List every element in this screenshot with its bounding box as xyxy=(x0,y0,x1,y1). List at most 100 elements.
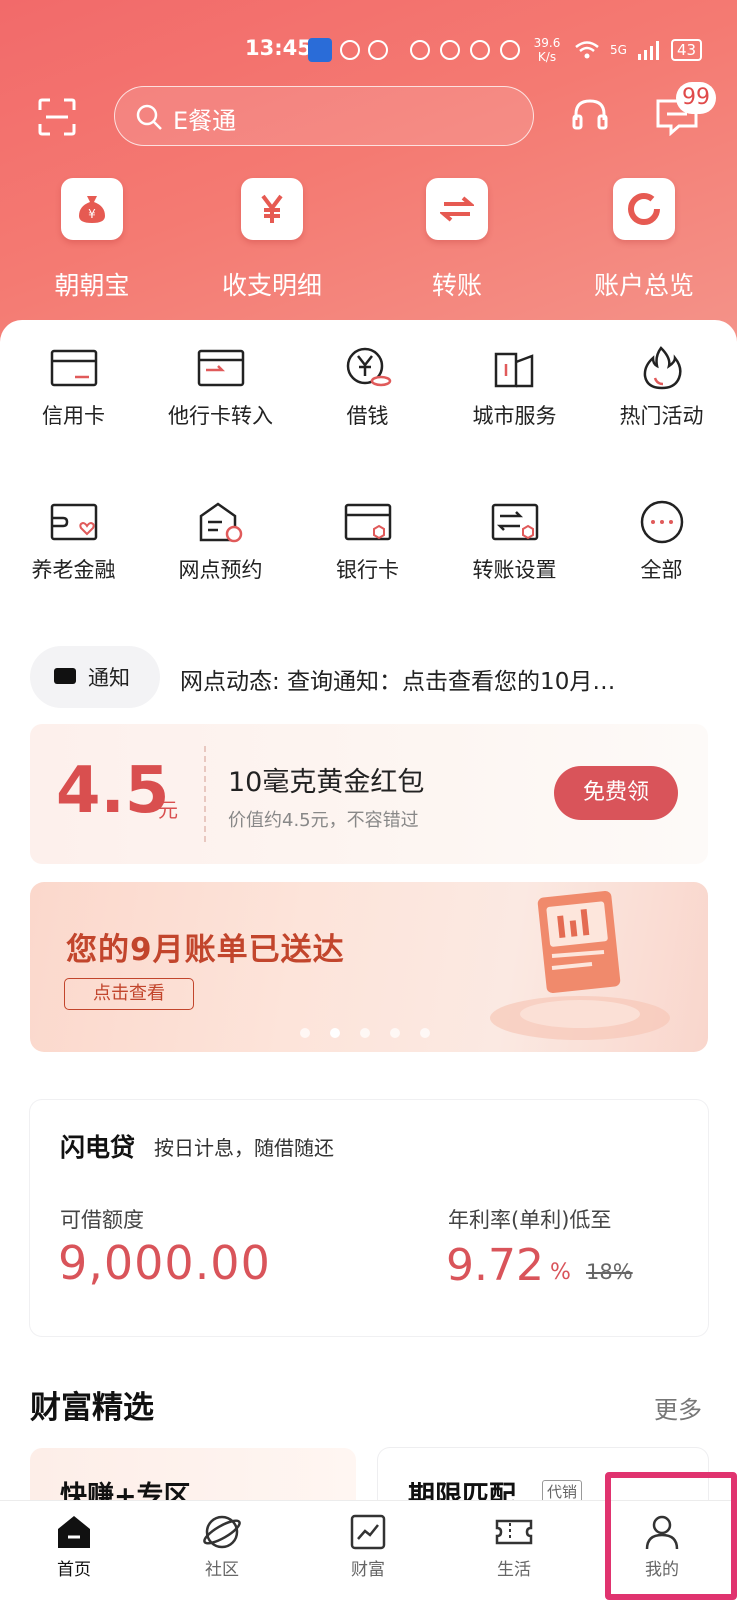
tab-life[interactable]: 生活 xyxy=(464,1513,564,1580)
notice-label: 通知 xyxy=(88,666,130,690)
search-placeholder: E餐通 xyxy=(173,107,237,135)
limit-value: 9,000.00 xyxy=(58,1236,271,1290)
divider xyxy=(204,746,206,842)
rate-value: 9.72 xyxy=(446,1240,544,1291)
scan-icon[interactable] xyxy=(38,98,76,136)
tab-home[interactable]: 首页 xyxy=(24,1513,124,1580)
pension-card-icon xyxy=(50,503,97,541)
page-dot xyxy=(360,1028,370,1038)
service-other-bank-transfer-in[interactable]: 他行卡转入 xyxy=(147,346,294,430)
service-pension[interactable]: 养老金融 xyxy=(0,500,147,584)
loan-description: 按日计息，随借随还 xyxy=(154,1136,334,1160)
card-transfer-in-icon xyxy=(197,349,244,387)
mail-icon xyxy=(54,668,76,684)
banner-cta-button[interactable]: 点击查看 xyxy=(64,978,194,1010)
wifi-icon xyxy=(575,41,599,59)
service-city[interactable]: 城市服务 xyxy=(441,346,588,430)
service-borrow[interactable]: 借钱 xyxy=(294,346,441,430)
city-building-icon xyxy=(494,352,533,388)
service-hot-activity[interactable]: 热门活动 xyxy=(588,346,735,430)
service-label: 网点预约 xyxy=(178,558,263,582)
quick-item-account-overview[interactable]: 账户总览 xyxy=(552,178,736,302)
loan-name: 闪电贷 xyxy=(60,1133,136,1162)
service-label: 养老金融 xyxy=(31,558,116,582)
gold-amount: 4.5 xyxy=(56,754,170,828)
chart-trend-icon xyxy=(350,1514,386,1550)
message-badge: 99 xyxy=(676,82,716,114)
home-icon xyxy=(58,1516,90,1548)
tab-wealth[interactable]: 财富 xyxy=(318,1513,418,1580)
page-dot xyxy=(390,1028,400,1038)
tab-label: 首页 xyxy=(57,1560,91,1580)
money-bag-icon: ¥ xyxy=(79,196,105,223)
page-dot-active xyxy=(330,1028,340,1038)
yuan-icon xyxy=(261,194,283,223)
search-input[interactable]: E餐通 xyxy=(114,86,534,146)
data-saver-icon xyxy=(410,40,430,60)
quick-item-label: 朝朝宝 xyxy=(54,271,130,300)
service-credit-card[interactable]: 信用卡 xyxy=(0,346,147,430)
gold-title: 10毫克黄金红包 xyxy=(228,767,425,798)
chat-notification-icon xyxy=(368,40,388,60)
service-transfer-settings[interactable]: 转账设置 xyxy=(441,500,588,584)
transfer-arrows-icon xyxy=(440,196,474,222)
more-dots-icon xyxy=(640,500,683,544)
original-rate: 18% xyxy=(586,1260,633,1284)
quick-item-income-expense[interactable]: 收支明细 xyxy=(180,178,364,302)
alarm-icon xyxy=(470,40,490,60)
notice-button[interactable]: 通知 xyxy=(30,646,160,708)
service-all[interactable]: 全部 xyxy=(588,500,735,584)
bill-document-illustration xyxy=(490,890,670,1040)
svg-text:¥: ¥ xyxy=(88,207,96,221)
customer-service-icon[interactable] xyxy=(570,96,610,136)
quick-item-label: 收支明细 xyxy=(221,271,322,300)
app-notification-icon xyxy=(308,38,332,62)
banner-pagination xyxy=(300,1028,430,1038)
borrow-yuan-icon xyxy=(346,347,391,387)
service-label: 全部 xyxy=(640,558,683,582)
quick-actions: ¥ 朝朝宝 收支明细 转账 账户总览 xyxy=(0,178,737,308)
service-branch-booking[interactable]: 网点预约 xyxy=(147,500,294,584)
service-label: 银行卡 xyxy=(336,558,399,582)
more-link[interactable]: 更多 xyxy=(654,1390,702,1425)
tab-mine-highlight-box xyxy=(605,1472,737,1600)
quick-item-transfer[interactable]: 转账 xyxy=(365,178,549,302)
rate-label: 年利率(单利)低至 xyxy=(448,1208,612,1232)
banner-headline: 您的9月账单已送达 xyxy=(66,932,345,968)
service-label: 热门活动 xyxy=(619,404,704,428)
bank-card-icon xyxy=(344,503,391,541)
page-dot xyxy=(420,1028,430,1038)
flame-icon xyxy=(643,346,682,390)
ring-chart-icon xyxy=(628,193,660,225)
limit-label: 可借额度 xyxy=(60,1208,144,1232)
ticket-icon xyxy=(495,1519,533,1545)
gold-offer-card[interactable]: 4.5 元 10毫克黄金红包 价值约4.5元，不容错过 免费领 xyxy=(30,724,708,864)
tab-community[interactable]: 社区 xyxy=(172,1513,272,1580)
signal-icon xyxy=(637,41,659,60)
gold-unit: 元 xyxy=(158,798,178,822)
battery-level: 43 xyxy=(670,39,703,61)
service-label: 转账设置 xyxy=(472,558,557,582)
tab-label: 财富 xyxy=(351,1560,385,1580)
page-dot xyxy=(300,1028,310,1038)
tab-label: 生活 xyxy=(497,1560,531,1580)
status-bar: 13:45 39.6 K/s 5G 43 xyxy=(0,34,737,68)
bill-banner[interactable]: 您的9月账单已送达 点击查看 xyxy=(30,882,708,1052)
service-label: 借钱 xyxy=(346,404,389,428)
rate-unit: % xyxy=(550,1260,571,1285)
network-type: 5G xyxy=(610,43,627,57)
gold-subtitle: 价值约4.5元，不容错过 xyxy=(228,810,419,831)
section-title: 财富精选 xyxy=(30,1390,154,1426)
service-label: 信用卡 xyxy=(42,404,105,428)
headphone-status-icon xyxy=(500,40,520,60)
search-icon xyxy=(136,104,162,130)
claim-button[interactable]: 免费领 xyxy=(554,766,678,820)
quick-item-label: 账户总览 xyxy=(593,271,694,300)
notice-ticker[interactable]: 网点动态: 查询通知：点击查看您的10月… xyxy=(180,662,700,696)
credit-card-icon xyxy=(50,349,97,387)
service-bank-card[interactable]: 银行卡 xyxy=(294,500,441,584)
tab-label: 社区 xyxy=(205,1560,239,1580)
flash-loan-card[interactable]: 闪电贷 按日计息，随借随还 可借额度 9,000.00 年利率(单利)低至 9.… xyxy=(30,1100,708,1336)
quick-item-label: 转账 xyxy=(431,271,482,300)
quick-item-zhaozhaobao[interactable]: ¥ 朝朝宝 xyxy=(0,178,184,302)
